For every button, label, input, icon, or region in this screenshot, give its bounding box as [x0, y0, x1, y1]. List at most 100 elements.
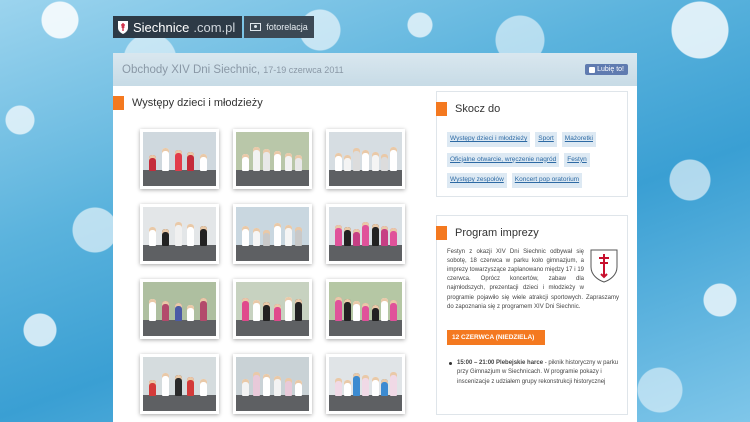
photo-figure [362, 374, 370, 396]
photo-stage [236, 319, 309, 336]
gallery-thumbnail[interactable] [140, 204, 219, 264]
photo-figure [242, 378, 249, 396]
photo-figure [149, 379, 156, 396]
top-bar: Siechnice .com.pl fotorelacja [113, 16, 314, 38]
photo-figure [187, 151, 195, 171]
gallery-thumbnail[interactable] [140, 129, 219, 189]
main-content: Obchody XIV Dni Siechnic, 17-19 czerwca … [113, 53, 637, 422]
date-label: 12 CZERWCA (NIEDZIELA) [447, 329, 545, 346]
jump-link[interactable]: Oficjalne otwarcie, wręczenie nagród [447, 152, 560, 167]
gallery-section: Występy dzieci i młodzieży [113, 96, 413, 414]
photo-figure [389, 299, 397, 321]
shield-icon [118, 21, 128, 34]
event-item: 15:00 – 21:00 Plebejskie harce - piknik … [447, 359, 619, 387]
event-dates: 17-19 czerwca 2011 [263, 64, 344, 75]
gallery-thumbnail[interactable] [233, 354, 312, 414]
photo-figure [200, 378, 208, 396]
gallery-thumbnail[interactable] [326, 354, 405, 414]
photo-figure [252, 299, 260, 321]
gallery-title: Występy dzieci i młodzieży [132, 97, 263, 109]
photo-figure [161, 300, 169, 321]
photo-figure [284, 296, 292, 321]
photo-figure [252, 227, 260, 246]
camera-icon [250, 23, 262, 31]
jump-heading: Skocz do [436, 102, 500, 116]
photo-figure [187, 376, 195, 396]
photo-figure [344, 154, 352, 171]
event-title: Obchody XIV Dni Siechnic, [122, 63, 261, 76]
photo-figure [389, 227, 397, 246]
photo-figure [344, 379, 352, 396]
photo-figure [263, 373, 271, 396]
site-logo[interactable]: Siechnice .com.pl [113, 16, 243, 38]
event-time: 15:00 – 21:00 Plebejskie harce [457, 360, 544, 367]
photo-figure [174, 149, 182, 171]
photo-figure [362, 221, 370, 246]
photo-figure [335, 296, 342, 321]
gallery-thumbnail[interactable] [233, 129, 312, 189]
gallery-thumbnail[interactable] [140, 279, 219, 339]
photo-figure [263, 301, 271, 321]
thumbs-up-icon [589, 66, 596, 73]
photo-figure [263, 148, 271, 171]
photo-figure [284, 377, 292, 396]
photo-figure [161, 147, 169, 171]
photo-figure [174, 374, 182, 396]
photo-figure [335, 377, 342, 396]
photo-figure [263, 229, 271, 246]
sidebar: Skocz do Występy dzieci i młodzieży Spor… [436, 91, 628, 415]
like-label: Lubię to! [597, 66, 624, 73]
gallery-thumbnail[interactable] [140, 354, 219, 414]
photo-figure [380, 225, 388, 246]
photo-figure [389, 371, 397, 396]
photo-stage [236, 169, 309, 186]
photo-figure [295, 154, 303, 171]
photo-figure [380, 378, 388, 396]
photo-stage [329, 319, 402, 336]
photo-stage [236, 394, 309, 411]
photo-figure [371, 304, 379, 321]
photo-figure [295, 226, 303, 246]
like-button[interactable]: Lubię to! [585, 64, 628, 75]
photo-figure [149, 226, 156, 246]
jump-link[interactable]: Mażoretki [561, 132, 596, 147]
jump-box: Skocz do Występy dzieci i młodzieży Spor… [436, 91, 628, 197]
gallery-thumbnail[interactable] [326, 129, 405, 189]
photo-figure [242, 153, 249, 171]
photo-figure [389, 146, 397, 171]
photo-stage [143, 244, 216, 261]
photo-stage [143, 394, 216, 411]
photo-stage [329, 244, 402, 261]
gallery-link[interactable]: fotorelacja [244, 16, 314, 38]
page-title: Obchody XIV Dni Siechnic, 17-19 czerwca … [122, 64, 344, 76]
photo-figure [252, 146, 260, 171]
photo-figure [284, 224, 292, 246]
gallery-thumbnail[interactable] [233, 279, 312, 339]
program-body: Festyn z okazji XIV Dni Siechnic odbywał… [437, 216, 627, 387]
photo-figure [295, 379, 303, 396]
photo-figure [371, 151, 379, 171]
jump-link[interactable]: Sport [535, 132, 557, 147]
jump-link[interactable]: Festyn [564, 152, 590, 167]
photo-figure [242, 225, 249, 246]
photo-figure [174, 221, 182, 246]
photo-figure [371, 223, 379, 246]
photo-figure [252, 371, 260, 396]
photo-figure [344, 298, 352, 321]
photo-figure [362, 149, 370, 171]
jump-link[interactable]: Koncert pop oratorium [511, 173, 583, 188]
photo-figure [187, 223, 195, 246]
gallery-thumbnail[interactable] [326, 279, 405, 339]
photo-figure [353, 300, 361, 321]
gallery-heading: Występy dzieci i młodzieży [113, 96, 413, 110]
jump-link[interactable]: Występy dzieci i młodzieży [447, 132, 531, 147]
jump-title: Skocz do [455, 103, 501, 115]
photo-figure [335, 152, 342, 171]
gallery-thumbnail[interactable] [233, 204, 312, 264]
photo-figure [380, 297, 388, 321]
photo-stage [143, 319, 216, 336]
jump-link[interactable]: Występy zespołów [447, 173, 507, 188]
photo-figure [149, 154, 156, 171]
photo-figure [200, 297, 208, 321]
gallery-thumbnail[interactable] [326, 204, 405, 264]
